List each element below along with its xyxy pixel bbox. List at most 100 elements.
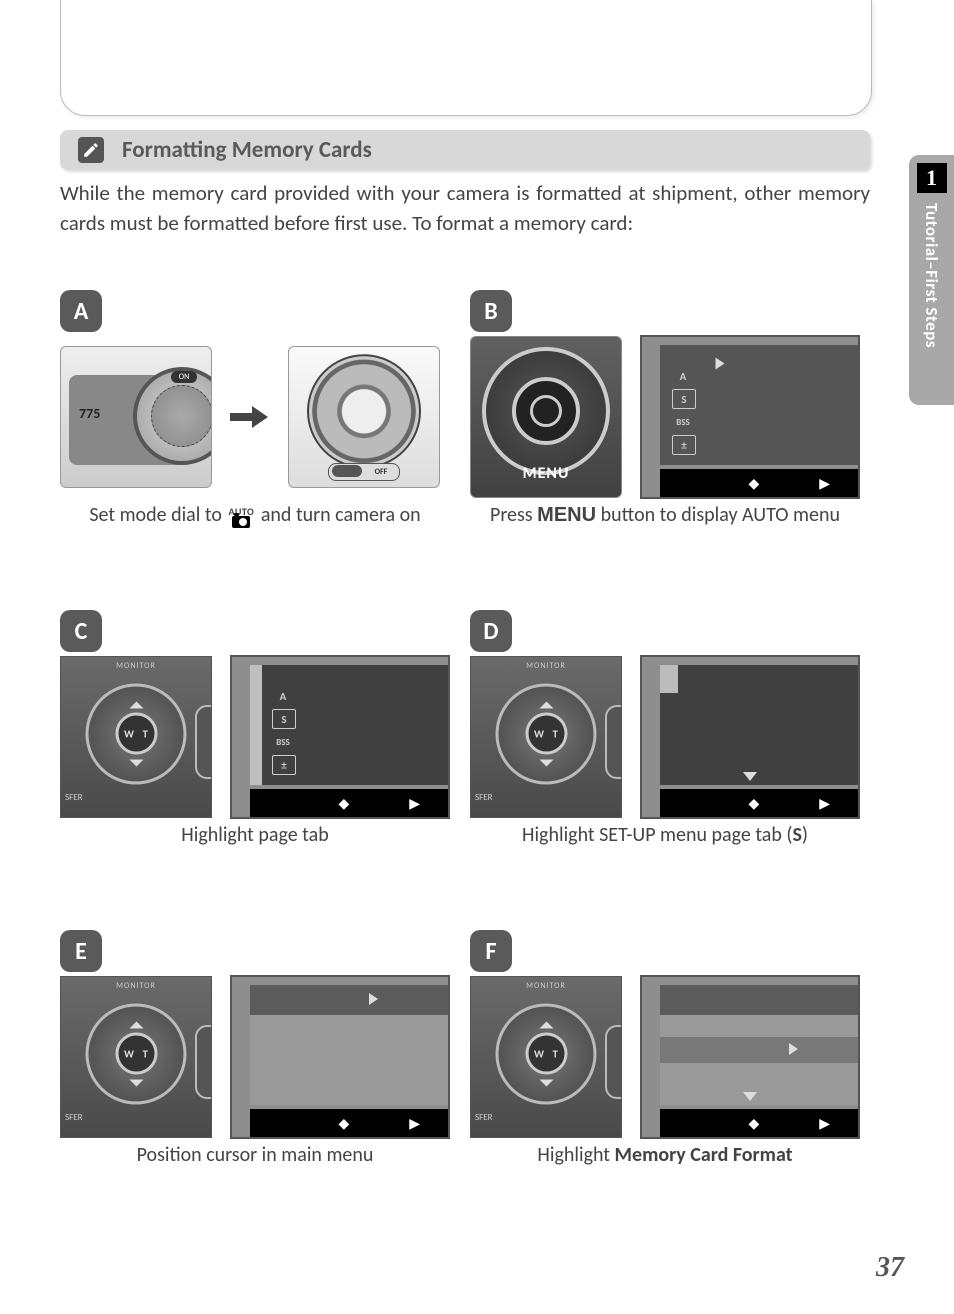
step-d: D MONITOR W T SFER bbox=[460, 600, 870, 920]
side-button-icon bbox=[195, 1025, 212, 1099]
steps-grid: A 775 ON ON OFF bbox=[50, 280, 870, 1240]
step-a: A 775 ON ON OFF bbox=[50, 280, 460, 600]
menu-icon-a: A bbox=[672, 367, 694, 385]
dpad-up-icon bbox=[129, 694, 143, 708]
menu-icon-ev: ± bbox=[672, 435, 696, 455]
menu-icon-bss: BSS bbox=[272, 733, 294, 751]
info-box-top bbox=[60, 0, 872, 116]
sfer-label: SFER bbox=[65, 1112, 83, 1123]
diagram-setup-tab-screen: ◆ ▶ bbox=[640, 655, 860, 819]
step-label-a: A bbox=[60, 290, 102, 332]
monitor-label: MONITOR bbox=[526, 661, 566, 671]
nav-right-icon: ▶ bbox=[819, 795, 830, 812]
menu-icon-s: S bbox=[272, 709, 296, 729]
caption-c: Highlight page tab bbox=[60, 822, 450, 849]
side-button-icon bbox=[605, 1025, 622, 1099]
auto-mode-icon: AUTO bbox=[228, 508, 254, 528]
dpad-t-label: T bbox=[553, 727, 558, 740]
monitor-label: MONITOR bbox=[116, 981, 156, 991]
camera-model-label: 775 bbox=[79, 405, 100, 422]
nav-updown-icon: ◆ bbox=[748, 795, 759, 812]
dpad-t-label: T bbox=[553, 1047, 558, 1060]
nav-right-icon: ▶ bbox=[819, 1115, 830, 1132]
dpad-up-icon bbox=[129, 1014, 143, 1028]
power-switch: ON OFF bbox=[328, 463, 400, 481]
nav-updown-icon: ◆ bbox=[338, 795, 349, 812]
diagram-multi-selector: MONITOR W T SFER bbox=[470, 976, 622, 1138]
step-f: F MONITOR W T SFER bbox=[460, 920, 870, 1240]
chapter-title: Tutorial–First Steps bbox=[921, 203, 942, 348]
cursor-down-icon bbox=[743, 1092, 757, 1101]
sfer-label: SFER bbox=[475, 1112, 493, 1123]
step-e: E MONITOR W T SFER bbox=[50, 920, 460, 1240]
caption-b: Press MENU button to display AUTO menu bbox=[470, 502, 860, 529]
diagram-page-tab-screen: A S BSS ± ◆ ▶ bbox=[230, 655, 450, 819]
nav-updown-icon: ◆ bbox=[338, 1115, 349, 1132]
nav-right-icon: ▶ bbox=[409, 795, 420, 812]
step-label-b: B bbox=[470, 290, 512, 332]
side-button-icon bbox=[195, 705, 212, 779]
dpad-down-icon bbox=[539, 759, 553, 773]
highlighted-setup-tab bbox=[660, 665, 678, 693]
step-label-f: F bbox=[470, 930, 512, 972]
dpad-up-icon bbox=[539, 694, 553, 708]
dpad-w-label: W bbox=[534, 1047, 544, 1060]
diagram-multi-selector: MONITOR W T SFER bbox=[60, 976, 212, 1138]
menu-icon-column: A S BSS ± bbox=[272, 687, 296, 775]
menu-icon-column: A S BSS ± bbox=[672, 367, 696, 455]
menu-icon-ev: ± bbox=[272, 755, 296, 775]
diagram-mode-dial: 775 ON bbox=[60, 346, 212, 488]
dpad-down-icon bbox=[129, 759, 143, 773]
monitor-label: MONITOR bbox=[526, 981, 566, 991]
dpad-t-label: T bbox=[143, 727, 148, 740]
menu-header-band bbox=[660, 985, 858, 1015]
cursor-right-icon bbox=[716, 358, 725, 370]
pencil-icon bbox=[78, 137, 104, 163]
step-b: B MENU A S BSS ± ◆ bbox=[460, 280, 870, 600]
diagram-multi-selector: MONITOR W T SFER bbox=[470, 656, 622, 818]
cursor-right-icon bbox=[369, 993, 378, 1005]
diagram-auto-menu-screen: A S BSS ± ◆ ▶ bbox=[640, 335, 860, 499]
menu-header-band bbox=[250, 985, 448, 1015]
on-indicator: ON bbox=[171, 371, 197, 383]
dpad-down-icon bbox=[129, 1079, 143, 1093]
dpad-w-label: W bbox=[124, 727, 134, 740]
monitor-label: MONITOR bbox=[116, 661, 156, 671]
nav-updown-icon: ◆ bbox=[748, 1115, 759, 1132]
chapter-number: 1 bbox=[917, 163, 947, 193]
caption-d: Highlight SET-UP menu page tab (S) bbox=[470, 822, 860, 849]
side-button-icon bbox=[605, 705, 622, 779]
step-label-e: E bbox=[60, 930, 102, 972]
cursor-right-icon bbox=[789, 1043, 798, 1055]
nav-right-icon: ▶ bbox=[409, 1115, 420, 1132]
nav-right-icon: ▶ bbox=[819, 475, 830, 492]
step-label-c: C bbox=[60, 610, 102, 652]
caption-f: Highlight Memory Card Format bbox=[470, 1142, 860, 1169]
chapter-tab: 1 Tutorial–First Steps bbox=[909, 155, 954, 405]
section-title: Formatting Memory Cards bbox=[122, 136, 372, 164]
menu-icon-bss: BSS bbox=[672, 413, 694, 431]
dpad-w-label: W bbox=[534, 727, 544, 740]
intro-paragraph: While the memory card provided with your… bbox=[60, 178, 870, 239]
diagram-lens-front: ON OFF bbox=[288, 346, 440, 488]
page-number: 37 bbox=[876, 1252, 904, 1284]
menu-button-label: MENU bbox=[523, 464, 570, 483]
switch-off-label: OFF bbox=[375, 467, 388, 477]
sfer-label: SFER bbox=[65, 792, 83, 803]
diagram-multi-selector: MONITOR W T SFER bbox=[60, 656, 212, 818]
dpad-t-label: T bbox=[143, 1047, 148, 1060]
menu-icon-a: A bbox=[272, 687, 294, 705]
section-header: Formatting Memory Cards bbox=[60, 130, 870, 170]
step-label-d: D bbox=[470, 610, 512, 652]
dpad-up-icon bbox=[539, 1014, 553, 1028]
dpad-down-icon bbox=[539, 1079, 553, 1093]
menu-icon-s: S bbox=[672, 389, 696, 409]
caption-a: Set mode dial to AUTO and turn camera on bbox=[60, 502, 450, 529]
sfer-label: SFER bbox=[475, 792, 493, 803]
diagram-main-menu-screen: ◆ ▶ bbox=[230, 975, 450, 1139]
highlighted-menu-row bbox=[660, 1037, 858, 1063]
step-c: C MONITOR W T SFER bbox=[50, 600, 460, 920]
highlighted-tab bbox=[250, 665, 262, 785]
caption-e: Position cursor in main menu bbox=[60, 1142, 450, 1169]
cursor-down-icon bbox=[743, 772, 757, 781]
